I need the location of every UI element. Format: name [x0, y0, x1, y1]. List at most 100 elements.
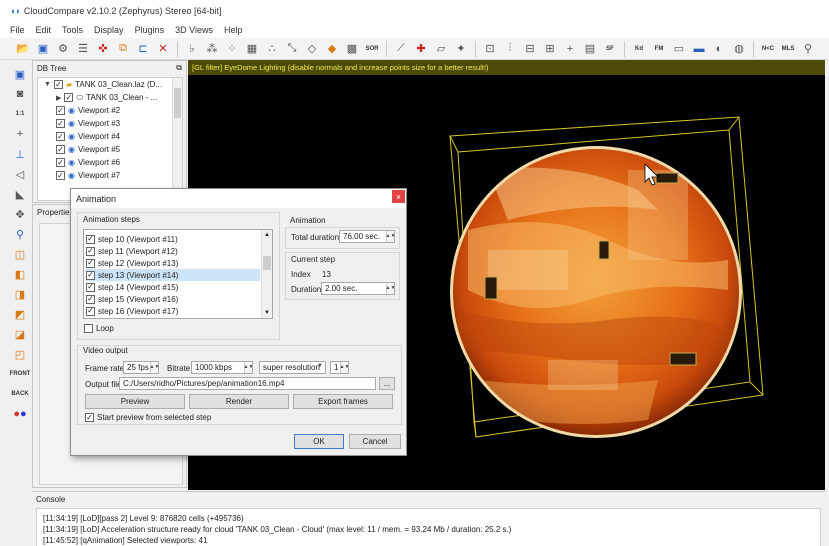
iso-back-icon[interactable]: BACK: [11, 385, 29, 403]
cancel-button[interactable]: Cancel: [349, 434, 401, 449]
resolution-select[interactable]: super resolution ▼: [259, 361, 326, 374]
steps-list[interactable]: ✓ step 10 (Viewport #11) ✓ step 11 (View…: [83, 229, 273, 319]
wand-icon[interactable]: ⚲: [799, 40, 817, 58]
center-icon[interactable]: +: [11, 125, 29, 143]
open-icon[interactable]: 📂: [14, 40, 32, 58]
plane-icon[interactable]: ▱: [432, 40, 450, 58]
ok-button[interactable]: OK: [294, 434, 344, 449]
undock-icon[interactable]: ⧉: [176, 63, 182, 73]
expand-arrow-icon[interactable]: ▼: [44, 81, 51, 88]
checkbox[interactable]: ✓: [53, 80, 63, 89]
settings-icon[interactable]: ⚙: [54, 40, 72, 58]
bottom-view-icon[interactable]: ◰: [11, 345, 29, 363]
chart-icon[interactable]: ⫶: [501, 40, 519, 58]
spinner-arrows-icon[interactable]: ▲▼: [150, 362, 158, 373]
zoom-1-1-icon[interactable]: 1:1: [11, 105, 29, 123]
right-view-icon[interactable]: ◪: [11, 325, 29, 343]
spinner-arrows-icon[interactable]: ▲▼: [386, 283, 394, 294]
start-preview-row[interactable]: ✓ Start preview from selected step: [85, 413, 211, 422]
step-checkbox[interactable]: ✓: [86, 270, 95, 280]
step-item-selected[interactable]: ✓ step 13 (Viewport #14): [86, 269, 260, 281]
delete-icon[interactable]: ✕: [154, 40, 172, 58]
checkbox[interactable]: ✓: [56, 171, 65, 180]
step-item[interactable]: ✓ step 10 (Viewport #11): [86, 233, 260, 245]
step-item[interactable]: ✓ step 12 (Viewport #13): [86, 257, 260, 269]
step-checkbox[interactable]: ✓: [86, 258, 95, 268]
menu-edit[interactable]: Edit: [36, 25, 52, 35]
spinner-arrows-icon[interactable]: ▲▼: [244, 362, 252, 373]
checkbox[interactable]: ✓: [64, 93, 74, 102]
db-tree-scrollbar[interactable]: [172, 78, 182, 200]
fit-icon[interactable]: ⤡: [283, 40, 301, 58]
menu-help[interactable]: Help: [224, 25, 243, 35]
globe-icon[interactable]: ◍: [730, 40, 748, 58]
spinner-arrows-icon[interactable]: ▲▼: [386, 231, 394, 242]
tree-item-viewport[interactable]: ✓ ◉ Viewport #6: [38, 156, 182, 169]
resolution-factor-input[interactable]: 1 ▲▼: [330, 361, 349, 374]
bitrate-input[interactable]: 1000 kbps ▲▼: [191, 361, 253, 374]
checkbox[interactable]: ✓: [56, 145, 65, 154]
preview-button[interactable]: Preview: [85, 394, 185, 409]
frame-rate-input[interactable]: 25 fps ▲▼: [123, 361, 159, 374]
step-checkbox[interactable]: ✓: [86, 294, 95, 304]
fast-marching-icon[interactable]: FM: [650, 40, 668, 58]
plus-icon[interactable]: +: [561, 40, 579, 58]
normal-compute-icon[interactable]: N<C: [759, 40, 777, 58]
top-view-icon[interactable]: ◫: [11, 245, 29, 263]
scroll-up-icon[interactable]: ▲: [262, 230, 272, 240]
scatter-icon[interactable]: ∴: [263, 40, 281, 58]
checkbox[interactable]: ✓: [56, 158, 65, 167]
iso-front-icon[interactable]: FRONT: [10, 365, 31, 383]
export-frames-button[interactable]: Export frames: [293, 394, 393, 409]
checker-icon[interactable]: ▩: [343, 40, 361, 58]
list-icon[interactable]: ☰: [74, 40, 92, 58]
compare-icon[interactable]: ⊟: [521, 40, 539, 58]
scalar-field-icon[interactable]: SF: [601, 40, 619, 58]
step-checkbox[interactable]: ✓: [86, 306, 95, 316]
total-duration-input[interactable]: 76.00 sec. ▲▼: [339, 230, 395, 243]
move-icon[interactable]: ✥: [11, 205, 29, 223]
step-item[interactable]: ✓ step 15 (Viewport #16): [86, 293, 260, 305]
menu-file[interactable]: File: [10, 25, 25, 35]
step-duration-input[interactable]: 2.00 sec. ▲▼: [321, 282, 395, 295]
checkbox[interactable]: ✓: [56, 106, 65, 115]
start-preview-checkbox[interactable]: ✓: [85, 413, 94, 422]
segment-icon[interactable]: ⊏: [134, 40, 152, 58]
tree-item-viewport[interactable]: ✓ ◉ Viewport #3: [38, 117, 182, 130]
front-view-icon[interactable]: ◧: [11, 265, 29, 283]
step-item[interactable]: ✓ step 11 (Viewport #12): [86, 245, 260, 257]
color-icon[interactable]: ◆: [323, 40, 341, 58]
camera-icon[interactable]: ▬: [690, 40, 708, 58]
step-checkbox[interactable]: ✓: [86, 246, 95, 256]
cluster-icon[interactable]: ⁘: [223, 40, 241, 58]
tree-item-file[interactable]: ▼ ✓ ▰ TANK 03_Clean.laz (D...: [38, 78, 182, 91]
checkbox[interactable]: ✓: [56, 132, 65, 141]
step-checkbox[interactable]: ✓: [86, 282, 95, 292]
menu-3d-views[interactable]: 3D Views: [175, 25, 213, 35]
tree-item-cloud[interactable]: ▶ ✓ ⬭ TANK 03_Clean - ...: [38, 91, 182, 104]
browse-button[interactable]: ...: [379, 377, 395, 390]
left-view-icon[interactable]: ◨: [11, 285, 29, 303]
menu-display[interactable]: Display: [94, 25, 124, 35]
clone-icon[interactable]: ✜: [94, 40, 112, 58]
pick-point-icon[interactable]: ✚: [412, 40, 430, 58]
sphere-icon[interactable]: ◐: [710, 40, 728, 58]
loop-checkbox[interactable]: [84, 324, 93, 333]
align-icon[interactable]: ✦: [452, 40, 470, 58]
measure-icon[interactable]: ⟋: [392, 40, 410, 58]
steps-scrollbar[interactable]: ▲ ▼: [261, 230, 272, 318]
step-item[interactable]: ✓ step 16 (Viewport #17): [86, 305, 260, 317]
rotate-icon[interactable]: ◁: [11, 165, 29, 183]
subsample-icon[interactable]: ⁂: [203, 40, 221, 58]
mesh-icon[interactable]: ◇: [303, 40, 321, 58]
spinner-arrows-icon[interactable]: ▲▼: [340, 362, 348, 373]
menu-tools[interactable]: Tools: [62, 25, 83, 35]
sor-filter-icon[interactable]: SOR: [363, 40, 381, 58]
collapse-arrow-icon[interactable]: ▶: [56, 94, 61, 102]
step-checkbox[interactable]: ✓: [86, 234, 95, 244]
stereo-icon[interactable]: ● ●: [11, 405, 29, 423]
grid-icon[interactable]: ▦: [243, 40, 261, 58]
scrollbar-thumb[interactable]: [263, 256, 271, 270]
zoom-icon[interactable]: ⚲: [11, 225, 29, 243]
snapshot-camera-icon[interactable]: ◙: [11, 85, 29, 103]
